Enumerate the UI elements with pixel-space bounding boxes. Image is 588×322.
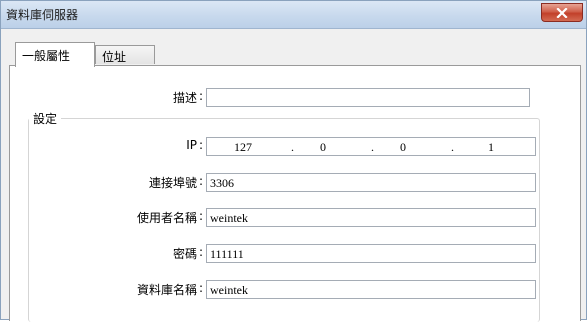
database-label: 資料庫名稱 — [136, 283, 197, 297]
username-colon: : — [199, 209, 204, 223]
password-input[interactable]: 111111 — [206, 244, 536, 263]
ip-octet-1[interactable]: 127 — [223, 140, 263, 155]
tab-address[interactable]: 位址 — [95, 45, 155, 64]
window-title: 資料庫伺服器 — [6, 8, 79, 22]
port-input[interactable]: 3306 — [206, 173, 536, 192]
ip-colon: : — [199, 138, 204, 152]
ip-dot: . — [451, 140, 454, 154]
username-input[interactable]: weintek — [206, 208, 536, 227]
ip-octet-2[interactable]: 0 — [303, 140, 343, 155]
description-label: 描述 — [172, 91, 197, 105]
tab-page-general: 描述 : 設定 IP : 127 . 0 . 0 . 1 連接埠號 : 3306… — [9, 65, 581, 322]
tab-general[interactable]: 一般屬性 — [15, 42, 95, 67]
settings-group-title: 設定 — [29, 110, 62, 127]
username-label: 使用者名稱 — [136, 211, 197, 225]
password-label: 密碼 — [172, 247, 197, 261]
port-colon: : — [199, 174, 204, 188]
database-colon: : — [199, 281, 204, 295]
ip-octet-3[interactable]: 0 — [383, 140, 423, 155]
database-input[interactable]: weintek — [206, 280, 536, 299]
description-colon: : — [199, 89, 204, 103]
ip-dot: . — [291, 140, 294, 154]
title-bar[interactable]: 資料庫伺服器 — [1, 1, 586, 29]
ip-dot: . — [371, 140, 374, 154]
dialog-window: 資料庫伺服器 一般屬性 位址 描述 : 設定 IP : 127 . 0 . 0 … — [0, 0, 587, 322]
close-icon — [556, 7, 568, 18]
ip-address-input[interactable]: 127 . 0 . 0 . 1 — [206, 137, 536, 156]
password-colon: : — [199, 245, 204, 259]
description-input[interactable] — [206, 88, 530, 107]
close-button[interactable] — [541, 3, 583, 22]
ip-octet-4[interactable]: 1 — [471, 140, 511, 155]
ip-label: IP — [186, 138, 197, 152]
port-label: 連接埠號 — [148, 176, 197, 190]
